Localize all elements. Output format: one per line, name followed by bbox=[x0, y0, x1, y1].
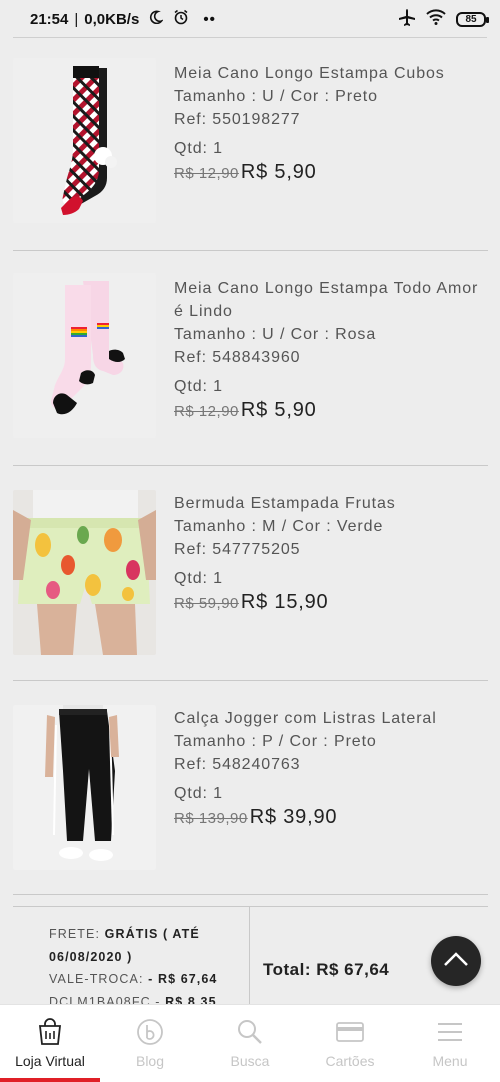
blog-icon bbox=[135, 1017, 165, 1047]
price-row: R$ 139,90 R$ 39,90 bbox=[174, 806, 488, 829]
product-image-socks-pink[interactable] bbox=[13, 273, 156, 438]
shipping-label: FRETE: bbox=[49, 927, 101, 941]
product-quantity: Qtd: 1 bbox=[174, 140, 223, 157]
cart-item: Calça Jogger com Listras Lateral Tamanho… bbox=[13, 681, 488, 895]
product-name[interactable]: Calça Jogger com Listras Lateral bbox=[174, 707, 488, 730]
order-summary: FRETE: GRÁTIS ( ATÉ 06/08/2020 ) VALE-TR… bbox=[13, 906, 488, 1009]
product-quantity: Qtd: 1 bbox=[174, 570, 223, 587]
product-info: Meia Cano Longo Estampa Cubos Tamanho : … bbox=[174, 62, 488, 184]
cart-item: Meia Cano Longo Estampa Cubos Tamanho : … bbox=[13, 38, 488, 251]
more-notifications-icon: •• bbox=[203, 10, 216, 28]
network-speed: 0,0KB/s bbox=[84, 10, 140, 28]
product-name[interactable]: Bermuda Estampada Frutas bbox=[174, 492, 488, 515]
shipping-line: FRETE: GRÁTIS ( ATÉ 06/08/2020 ) bbox=[49, 923, 249, 968]
original-price: R$ 139,90 bbox=[174, 810, 248, 827]
shopping-bag-icon bbox=[35, 1017, 65, 1047]
nav-item-busca[interactable]: Busca bbox=[200, 1005, 300, 1082]
product-info: Bermuda Estampada Frutas Tamanho : M / C… bbox=[174, 492, 488, 614]
product-name[interactable]: Meia Cano Longo Estampa Todo Amor é Lind… bbox=[174, 277, 488, 323]
summary-details: FRETE: GRÁTIS ( ATÉ 06/08/2020 ) VALE-TR… bbox=[49, 923, 249, 1013]
scroll-to-top-button[interactable] bbox=[431, 936, 481, 986]
product-ref: Ref: 548843960 bbox=[174, 349, 301, 366]
airplane-icon bbox=[398, 8, 416, 30]
wifi-icon bbox=[426, 9, 446, 29]
product-attributes: Tamanho : M / Cor : Verde bbox=[174, 518, 384, 535]
nav-label: Loja Virtual bbox=[15, 1053, 85, 1069]
price-row: R$ 59,90 R$ 15,90 bbox=[174, 591, 488, 614]
nav-item-loja-virtual[interactable]: Loja Virtual bbox=[0, 1005, 100, 1082]
product-info: Meia Cano Longo Estampa Todo Amor é Lind… bbox=[174, 277, 488, 422]
order-total: Total: R$ 67,64 bbox=[263, 960, 390, 979]
product-quantity: Qtd: 1 bbox=[174, 785, 223, 802]
nav-label: Cartões bbox=[325, 1053, 375, 1069]
cart-item: Meia Cano Longo Estampa Todo Amor é Lind… bbox=[13, 251, 488, 466]
nav-label: Menu bbox=[432, 1053, 468, 1069]
status-separator: | bbox=[74, 10, 79, 28]
store-credit-value: - R$ 67,64 bbox=[148, 972, 218, 986]
nav-label: Blog bbox=[135, 1053, 165, 1069]
product-attributes: Tamanho : U / Cor : Preto bbox=[174, 88, 378, 105]
status-bar: 21:54 | 0,0KB/s •• 85 bbox=[0, 0, 500, 38]
alarm-icon bbox=[173, 9, 189, 29]
product-attributes: Tamanho : U / Cor : Rosa bbox=[174, 326, 377, 343]
store-credit-label: VALE-TROCA: bbox=[49, 972, 144, 986]
sale-price: R$ 5,90 bbox=[240, 161, 317, 183]
product-image-socks-cubes[interactable] bbox=[13, 58, 156, 223]
nav-item-cartoes[interactable]: Cartões bbox=[300, 1005, 400, 1082]
product-ref: Ref: 550198277 bbox=[174, 111, 301, 128]
moon-icon bbox=[149, 10, 165, 28]
price-row: R$ 12,90 R$ 5,90 bbox=[174, 399, 488, 422]
product-info: Calça Jogger com Listras Lateral Tamanho… bbox=[174, 707, 488, 829]
nav-item-blog[interactable]: Blog bbox=[100, 1005, 200, 1082]
sale-price: R$ 15,90 bbox=[240, 591, 329, 613]
bottom-navigation: Loja Virtual Blog Busca Cartões Menu bbox=[0, 1004, 500, 1082]
product-image-shorts-fruits[interactable] bbox=[13, 490, 156, 655]
cart-item: Bermuda Estampada Frutas Tamanho : M / C… bbox=[13, 466, 488, 681]
original-price: R$ 12,90 bbox=[174, 165, 239, 182]
price-row: R$ 12,90 R$ 5,90 bbox=[174, 161, 488, 184]
battery-icon: 85 bbox=[456, 11, 489, 27]
product-name[interactable]: Meia Cano Longo Estampa Cubos bbox=[174, 62, 488, 85]
store-credit-line: VALE-TROCA: - R$ 67,64 bbox=[49, 968, 249, 991]
sale-price: R$ 5,90 bbox=[240, 399, 317, 421]
nav-label: Busca bbox=[230, 1053, 270, 1069]
search-icon bbox=[235, 1017, 265, 1047]
credit-card-icon bbox=[335, 1017, 365, 1047]
chevron-up-icon bbox=[443, 951, 469, 972]
divider bbox=[249, 907, 250, 1007]
nav-item-menu[interactable]: Menu bbox=[400, 1005, 500, 1082]
product-image-jogger-pants[interactable] bbox=[13, 705, 156, 870]
hamburger-menu-icon bbox=[435, 1017, 465, 1047]
product-attributes: Tamanho : P / Cor : Preto bbox=[174, 733, 377, 750]
original-price: R$ 59,90 bbox=[174, 595, 239, 612]
product-ref: Ref: 548240763 bbox=[174, 756, 301, 773]
status-time: 21:54 bbox=[30, 10, 69, 28]
sale-price: R$ 39,90 bbox=[249, 806, 338, 828]
product-quantity: Qtd: 1 bbox=[174, 378, 223, 395]
original-price: R$ 12,90 bbox=[174, 403, 239, 420]
product-ref: Ref: 547775205 bbox=[174, 541, 301, 558]
